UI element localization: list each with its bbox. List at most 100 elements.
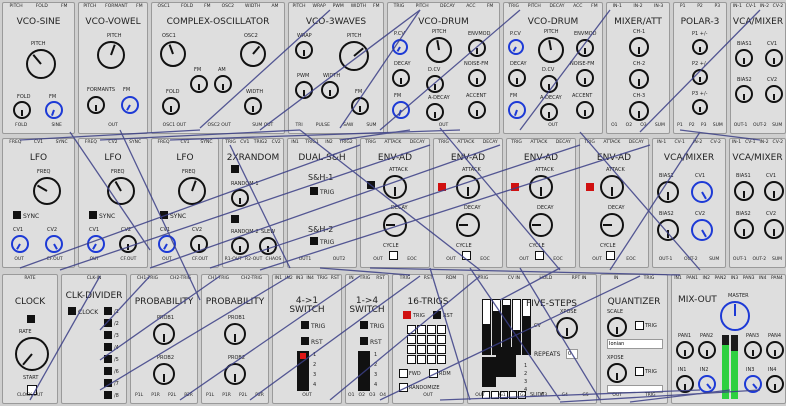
reset-button[interactable]	[360, 337, 368, 345]
slew-knob[interactable]	[259, 237, 277, 255]
prob2-knob[interactable]	[224, 363, 246, 385]
module-ports-bottom[interactable]: OUT EOC	[361, 257, 429, 266]
module-ports-top[interactable]: IN1 PAN1 IN2 PAN2 IN3 PAN3 IN4 PAN4	[672, 276, 785, 285]
freq-knob[interactable]	[178, 177, 206, 205]
module-ports-bottom[interactable]: OUT	[393, 393, 463, 402]
xpose-knob[interactable]	[607, 363, 627, 383]
rdm-toggle[interactable]	[429, 369, 438, 378]
rate-knob[interactable]	[15, 337, 49, 371]
trigger-button[interactable]	[586, 183, 594, 191]
cv1-knob[interactable]	[765, 49, 783, 67]
am-knob[interactable]	[214, 75, 232, 93]
cv1-knob[interactable]	[691, 181, 713, 203]
noise-fm-knob[interactable]	[576, 69, 594, 87]
module-ports-bottom[interactable]: OUT	[388, 123, 499, 132]
module-ports-bottom[interactable]: OUT	[504, 123, 602, 132]
sync-button[interactable]	[89, 211, 97, 219]
module-ports-top[interactable]: IN-1 CV-1 IN-2 CV-2	[730, 140, 785, 149]
fm-knob[interactable]	[508, 101, 526, 119]
freq-knob[interactable]	[107, 177, 135, 205]
module-ports-top[interactable]: TRIG RST RDM	[393, 276, 463, 285]
scale-knob[interactable]	[607, 317, 627, 337]
trig-button[interactable]	[301, 321, 309, 329]
module-ports-top[interactable]: CLK-IN	[62, 276, 126, 285]
repeats-field[interactable]: 0	[566, 349, 578, 359]
trigger-button[interactable]	[367, 181, 375, 189]
bias1-knob[interactable]	[734, 181, 754, 201]
clock-run-button[interactable]	[27, 315, 35, 323]
reset-button[interactable]	[301, 337, 309, 345]
module-ports-top[interactable]: IN TRIG RST	[346, 276, 388, 285]
bias1-knob[interactable]	[657, 181, 679, 203]
p1-knob[interactable]	[692, 39, 708, 55]
a-decay-knob[interactable]	[426, 103, 444, 121]
in3-knob[interactable]	[744, 375, 762, 393]
fwd-toggle[interactable]	[399, 369, 408, 378]
module-ports-bottom[interactable]: P1 P2 P3 SUM	[674, 123, 726, 132]
ch1-knob[interactable]	[629, 37, 649, 57]
bias2-knob[interactable]	[734, 219, 754, 239]
cv2-knob[interactable]	[119, 235, 137, 253]
module-ports-top[interactable]: TRIG CV IN HOLD RPT IN	[468, 276, 596, 285]
step-slider-1[interactable]	[482, 299, 491, 355]
xpose-knob[interactable]	[556, 317, 578, 339]
accent-knob[interactable]	[576, 101, 594, 119]
module-ports-bottom[interactable]: FOLD SINE	[3, 123, 74, 132]
clock-button[interactable]	[68, 307, 76, 315]
module-ports-bottom[interactable]: OUT EOC	[507, 257, 575, 266]
width-knob[interactable]	[321, 81, 339, 99]
module-ports-bottom[interactable]: OUT-1 OUT-2 SUM	[653, 257, 725, 266]
decay-knob[interactable]	[383, 213, 407, 237]
pan3-knob[interactable]	[744, 341, 762, 359]
module-ports-bottom[interactable]: P1L P1R P2L P2R	[202, 393, 268, 402]
a-decay-knob[interactable]	[540, 103, 558, 121]
trig-button[interactable]	[403, 311, 411, 319]
trigger-grid[interactable]	[407, 325, 446, 364]
cv2-knob[interactable]	[45, 235, 63, 253]
decay-cv-knob[interactable]	[540, 75, 558, 93]
module-ports-top[interactable]: IN1 TRIG1 IN2 TRIG2	[288, 140, 356, 149]
module-ports-top[interactable]: IN1 IN2 IN3 IN4 TRIG RST	[273, 276, 341, 285]
pitch-cv-knob[interactable]	[508, 39, 524, 55]
cv1-knob[interactable]	[158, 235, 176, 253]
module-ports-top[interactable]: TRIG CV1 TRIG2 CV2	[223, 140, 283, 149]
sync-button[interactable]	[13, 211, 21, 219]
random2-trigger-button[interactable]	[231, 215, 239, 223]
decay-knob[interactable]	[392, 69, 410, 87]
random1-knob[interactable]	[231, 189, 249, 207]
fm-knob[interactable]	[392, 101, 410, 119]
fold-knob[interactable]	[162, 97, 180, 115]
random2-knob[interactable]	[231, 237, 249, 255]
module-ports-top[interactable]: TRIG ATTACK DECAY	[507, 140, 575, 149]
module-ports-top[interactable]: PITCH WRAP PWM WIDTH FM	[289, 4, 383, 13]
reset-button[interactable]	[433, 311, 441, 319]
module-ports-bottom[interactable]: OUT-1 OUT-2 SUM	[731, 123, 785, 132]
module-ports-top[interactable]: PITCH FOLD FM	[3, 4, 74, 13]
prob2-knob[interactable]	[153, 363, 175, 385]
pan1-knob[interactable]	[676, 341, 694, 359]
bias2-knob[interactable]	[657, 219, 679, 241]
pitch-knob[interactable]	[339, 41, 369, 71]
module-ports-top[interactable]: IN TRIG	[601, 276, 667, 285]
fm-knob[interactable]	[45, 101, 63, 119]
module-ports-bottom[interactable]: R1-OUT R2-OUT CHAOS	[223, 257, 283, 266]
osc2-knob[interactable]	[240, 41, 266, 67]
module-ports-top[interactable]: IN-1 CV-1 IN-2 CV-2	[731, 4, 785, 13]
in2-knob[interactable]	[698, 375, 716, 393]
module-ports-bottom[interactable]: O1 O2 O3 O4	[346, 393, 388, 402]
module-ports-bottom[interactable]: OUT CF.OUT	[3, 257, 74, 266]
module-ports-top[interactable]: RATE	[3, 276, 57, 285]
module-ports-bottom[interactable]: OUT EOC	[580, 257, 648, 266]
module-ports-bottom[interactable]: OUT	[273, 393, 341, 402]
decay-cv-knob[interactable]	[426, 75, 444, 93]
cv1-knob[interactable]	[87, 235, 105, 253]
module-ports-bottom[interactable]: OUT G1 G2 G3 G4 G5	[468, 393, 596, 402]
pitch-knob[interactable]	[97, 41, 125, 69]
decay-knob[interactable]	[456, 213, 480, 237]
module-ports-top[interactable]: OSC1 FOLD FM OSC2 WIDTH AM	[152, 4, 284, 13]
module-ports-top[interactable]: FREQ CV1 SYNC	[152, 140, 218, 149]
attack-knob[interactable]	[600, 175, 624, 199]
module-ports-bottom[interactable]: OUT CF.OUT	[152, 257, 218, 266]
in4-knob[interactable]	[766, 375, 784, 393]
accent-knob[interactable]	[468, 101, 486, 119]
